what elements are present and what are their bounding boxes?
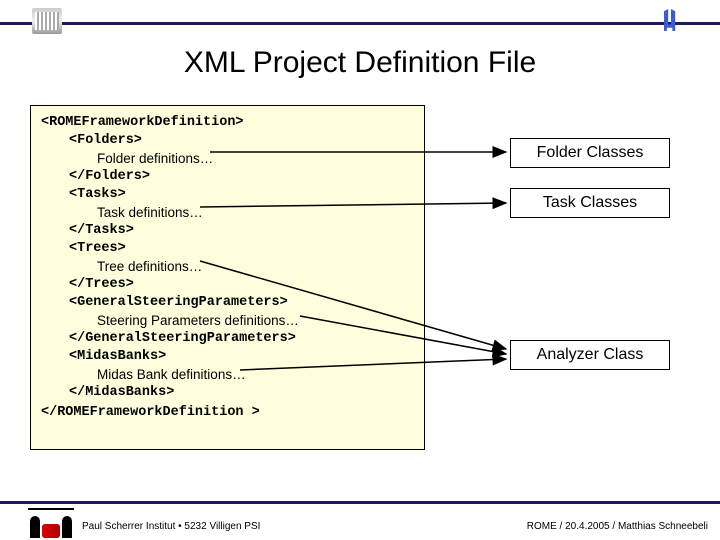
code-line: </Folders> bbox=[41, 168, 414, 186]
code-line: Tree definitions… bbox=[41, 258, 414, 276]
code-line: </ROMEFrameworkDefinition > bbox=[41, 405, 260, 420]
code-line: Task definitions… bbox=[41, 204, 414, 222]
code-line: <ROMEFrameworkDefinition> bbox=[41, 115, 244, 130]
building-icon bbox=[32, 8, 62, 34]
mu-logo-icon bbox=[656, 6, 686, 34]
label-task-classes: Task Classes bbox=[510, 188, 670, 218]
code-line: <Trees> bbox=[41, 240, 414, 258]
code-line: </MidasBanks> bbox=[41, 384, 414, 402]
code-line: </Trees> bbox=[41, 276, 414, 294]
footer-rule bbox=[0, 501, 720, 504]
code-line: </GeneralSteeringParameters> bbox=[41, 330, 414, 348]
code-line: <Folders> bbox=[41, 132, 414, 150]
code-line: Midas Bank definitions… bbox=[41, 366, 414, 384]
xml-code-block: <ROMEFrameworkDefinition> <Folders> Fold… bbox=[30, 105, 425, 450]
code-line: <Tasks> bbox=[41, 186, 414, 204]
label-analyzer-class: Analyzer Class bbox=[510, 340, 670, 370]
code-line: <GeneralSteeringParameters> bbox=[41, 294, 414, 312]
header-rule bbox=[0, 22, 720, 25]
footer-left-text: Paul Scherrer Institut • 5232 Villigen P… bbox=[82, 521, 260, 532]
page-title: XML Project Definition File bbox=[0, 46, 720, 80]
code-line: </Tasks> bbox=[41, 222, 414, 240]
label-folder-classes: Folder Classes bbox=[510, 138, 670, 168]
psi-logo-icon bbox=[28, 508, 74, 538]
footer-right-text: ROME / 20.4.2005 / Matthias Schneebeli bbox=[527, 521, 708, 532]
code-line: <MidasBanks> bbox=[41, 348, 414, 366]
code-line: Steering Parameters definitions… bbox=[41, 312, 414, 330]
code-line: Folder definitions… bbox=[41, 150, 414, 168]
